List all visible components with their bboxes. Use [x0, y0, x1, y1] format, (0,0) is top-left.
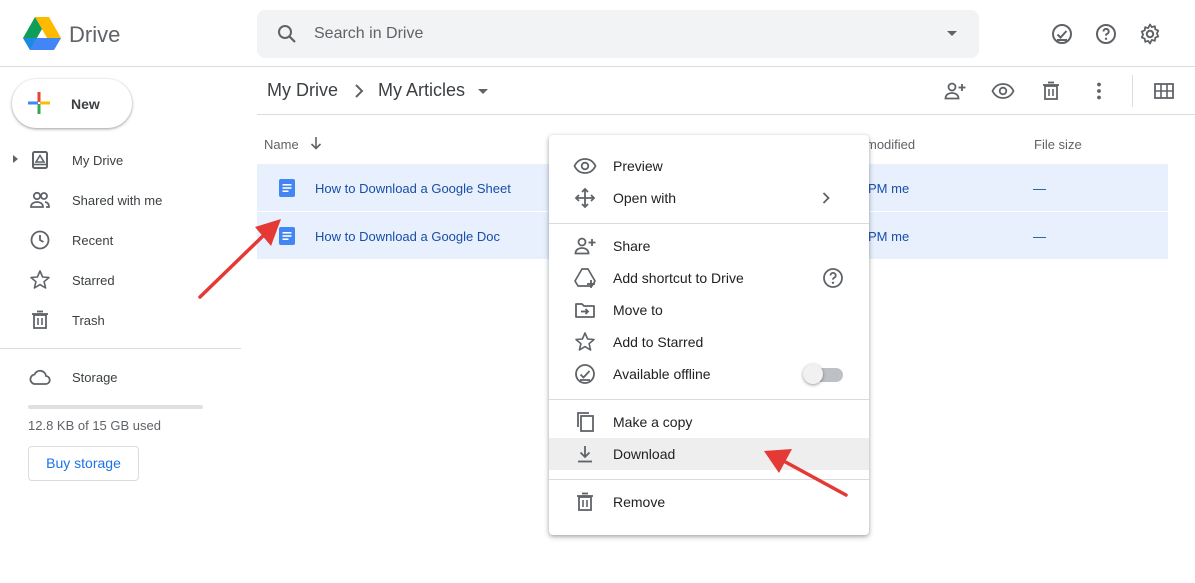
ready-offline-icon[interactable]: [1050, 22, 1074, 46]
sidebar-item-label: Starred: [72, 273, 115, 288]
trash-icon: [32, 310, 48, 329]
offline-check-icon: [575, 364, 595, 384]
context-menu: Preview Open with Share Add shortcut to …: [549, 135, 869, 535]
search-input[interactable]: Search in Drive: [314, 25, 423, 43]
grid-view-icon[interactable]: [1152, 79, 1176, 103]
eye-icon: [573, 158, 597, 174]
toolbar-separator: [1132, 75, 1133, 107]
column-header-name[interactable]: Name: [264, 137, 299, 152]
sort-down-arrow-icon[interactable]: [308, 135, 324, 151]
shared-icon: [30, 191, 50, 208]
star-icon: [575, 332, 595, 351]
search-icon[interactable]: [275, 22, 299, 46]
sidebar-item-trash[interactable]: Trash: [0, 304, 240, 336]
sidebar-item-label: My Drive: [72, 153, 124, 168]
menu-item-label: Available offline: [613, 366, 711, 382]
shortcut-icon: [574, 268, 596, 288]
trash-icon: [577, 492, 593, 511]
menu-item-label: Preview: [613, 158, 663, 174]
breadcrumb-root[interactable]: My Drive: [267, 80, 338, 101]
menu-item-move-to[interactable]: Move to: [549, 294, 869, 326]
sidebar-item-label: Trash: [72, 313, 105, 328]
menu-item-open-with[interactable]: Open with: [549, 182, 869, 214]
more-actions-icon[interactable]: [1087, 79, 1111, 103]
file-name[interactable]: How to Download a Google Sheet: [315, 181, 511, 196]
star-icon: [30, 270, 50, 289]
breadcrumb-current-folder[interactable]: My Articles: [378, 80, 465, 101]
drive-logo-icon[interactable]: [22, 16, 62, 52]
menu-item-remove[interactable]: Remove: [549, 486, 869, 518]
file-size: —: [1033, 229, 1046, 244]
menu-item-share[interactable]: Share: [549, 230, 869, 262]
sidebar-item-storage[interactable]: Storage: [0, 361, 240, 393]
toolbar-divider: [257, 114, 1195, 115]
menu-item-label: Move to: [613, 302, 663, 318]
menu-item-available-offline[interactable]: Available offline: [549, 358, 869, 390]
new-button-label: New: [71, 96, 100, 112]
menu-separator: [549, 479, 869, 480]
menu-item-label: Download: [613, 446, 676, 462]
sidebar-item-my-drive[interactable]: My Drive: [0, 144, 240, 176]
menu-item-label: Make a copy: [613, 414, 693, 430]
storage-usage-bar: [28, 405, 203, 409]
folder-move-icon: [575, 303, 595, 318]
settings-gear-icon[interactable]: [1138, 22, 1162, 46]
menu-item-add-to-starred[interactable]: Add to Starred: [549, 326, 869, 358]
person-add-icon: [574, 237, 596, 255]
chevron-right-icon: [355, 84, 364, 98]
preview-eye-icon[interactable]: [991, 79, 1015, 103]
sidebar-item-starred[interactable]: Starred: [0, 264, 240, 296]
copy-icon: [577, 412, 594, 432]
column-header-file-size[interactable]: File size: [1034, 137, 1082, 152]
plus-icon: [28, 92, 50, 114]
help-icon[interactable]: [821, 266, 845, 290]
google-doc-icon: [279, 179, 295, 197]
move-arrows-icon: [574, 187, 596, 209]
menu-item-make-a-copy[interactable]: Make a copy: [549, 406, 869, 438]
menu-item-label: Remove: [613, 494, 666, 510]
help-icon[interactable]: [1094, 22, 1118, 46]
top-header: Drive Search in Drive: [0, 0, 1195, 67]
sidebar-item-label: Shared with me: [72, 193, 163, 208]
cloud-icon: [29, 369, 51, 385]
sidebar-item-recent[interactable]: Recent: [0, 224, 240, 256]
sidebar-item-label: Storage: [72, 370, 118, 385]
search-options-icon[interactable]: [947, 31, 957, 36]
folder-menu-caret-icon[interactable]: [478, 89, 488, 94]
menu-separator: [549, 223, 869, 224]
sidebar-divider: [0, 348, 241, 349]
sidebar-item-label: Recent: [72, 233, 114, 248]
download-icon: [578, 446, 592, 463]
menu-item-label: Open with: [613, 190, 677, 206]
share-person-add-icon[interactable]: [943, 79, 967, 103]
menu-separator: [549, 399, 869, 400]
menu-item-label: Share: [613, 238, 651, 254]
my-drive-icon: [32, 151, 48, 169]
expand-arrow-icon[interactable]: [13, 155, 18, 163]
file-size: —: [1033, 181, 1046, 196]
google-doc-icon: [279, 227, 295, 245]
submenu-chevron-icon: [822, 192, 830, 204]
delete-trash-icon[interactable]: [1039, 79, 1063, 103]
menu-item-preview[interactable]: Preview: [549, 150, 869, 182]
menu-item-label: Add shortcut to Drive: [613, 270, 744, 286]
menu-item-add-shortcut[interactable]: Add shortcut to Drive: [549, 262, 869, 294]
file-modified: PM me: [868, 229, 910, 244]
column-header-modified[interactable]: modified: [866, 137, 915, 152]
sidebar-item-shared[interactable]: Shared with me: [0, 184, 240, 216]
menu-item-download[interactable]: Download: [549, 438, 869, 470]
file-modified: PM me: [868, 181, 910, 196]
buy-storage-button[interactable]: Buy storage: [28, 446, 139, 481]
new-button[interactable]: New: [12, 79, 132, 128]
app-title[interactable]: Drive: [69, 22, 120, 48]
menu-item-label: Add to Starred: [613, 334, 704, 350]
storage-usage-text: 12.8 KB of 15 GB used: [28, 418, 161, 433]
file-name[interactable]: How to Download a Google Doc: [315, 229, 500, 244]
clock-icon: [30, 230, 50, 250]
search-bar[interactable]: Search in Drive: [257, 10, 979, 58]
offline-toggle-knob[interactable]: [803, 364, 823, 384]
